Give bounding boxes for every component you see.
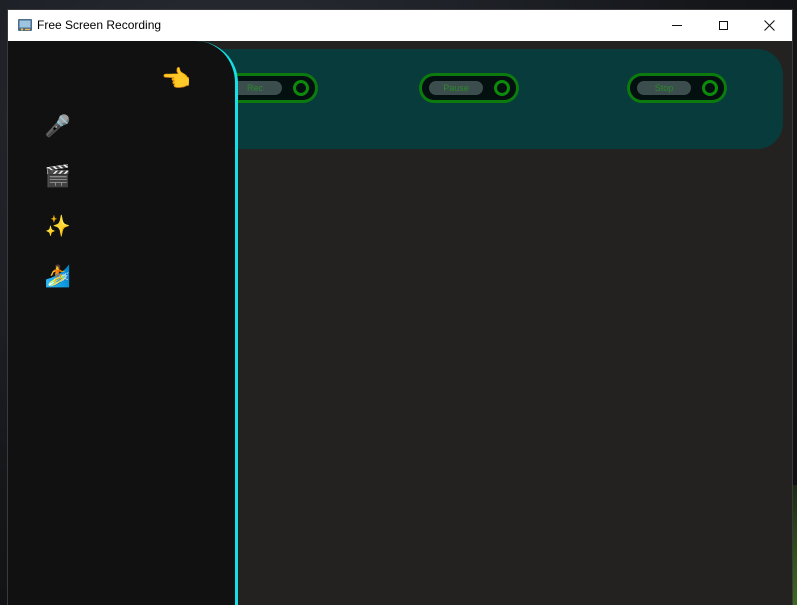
- toggle-knob: [494, 80, 510, 96]
- sparkles-icon[interactable]: ✨: [44, 213, 72, 241]
- toggle-label: Pause: [429, 81, 483, 95]
- main-content: Rec Pause Stop 👈 🎤 🎬 ✨ 🏄: [8, 41, 792, 605]
- maximize-icon: [718, 21, 728, 30]
- toggle-knob: [702, 80, 718, 96]
- toggle-label: Stop: [637, 81, 691, 95]
- minimize-button[interactable]: [654, 10, 700, 41]
- title-bar[interactable]: Free Screen Recording: [8, 10, 792, 41]
- microphone-icon[interactable]: 🎤: [44, 113, 72, 141]
- window-title: Free Screen Recording: [37, 18, 162, 32]
- toggle-knob: [293, 80, 309, 96]
- sidebar: 👈 🎤 🎬 ✨ 🏄: [8, 41, 238, 605]
- surfer-icon[interactable]: 🏄: [44, 263, 72, 291]
- sidebar-collapse-hand-icon[interactable]: 👈: [161, 66, 191, 94]
- app-window: Free Screen Recording Rec Pause Stop 👈 🎤…: [8, 10, 792, 605]
- clapper-board-icon[interactable]: 🎬: [44, 163, 72, 191]
- close-button[interactable]: [746, 10, 792, 41]
- maximize-button[interactable]: [700, 10, 746, 41]
- close-icon: [763, 20, 775, 31]
- minimize-icon: [672, 25, 682, 26]
- app-icon: [18, 19, 32, 31]
- pause-toggle[interactable]: Pause: [419, 73, 519, 103]
- stop-toggle[interactable]: Stop: [627, 73, 727, 103]
